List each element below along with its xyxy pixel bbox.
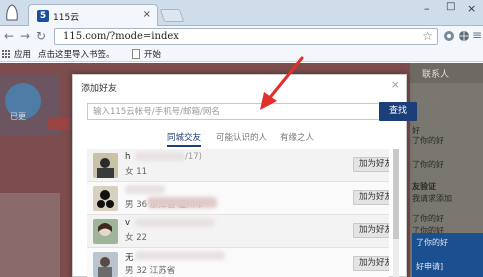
apps-icon (2, 50, 11, 59)
contact-note: 好申请] (416, 262, 444, 271)
list-item: v 女 22 加为好友 (87, 215, 389, 248)
redaction (135, 218, 215, 227)
user-name: h (125, 152, 131, 162)
contact-note: 友验证 (412, 182, 436, 191)
dialog-close-icon[interactable]: × (391, 78, 400, 91)
list-item: 男 36 浙江省 温州市 加为好友 (87, 182, 389, 215)
start-bookmark[interactable]: 开始 (144, 48, 161, 60)
add-friend-button[interactable]: 加为好友 (353, 190, 389, 205)
redaction (147, 197, 217, 208)
menu-icon[interactable]: ≡ (472, 28, 482, 42)
minimize-icon[interactable]: – (424, 2, 430, 15)
browser-toolbar: ← → ↻ 115.com/?mode=index ☆ ≡ (0, 26, 483, 46)
window-close-icon[interactable]: × (467, 2, 476, 15)
search-input[interactable] (88, 104, 379, 119)
user-list: h /17) 女 11 加为好友 男 36 浙江省 温州市 加为好友 v 女 2… (87, 149, 389, 277)
left-stub (0, 193, 60, 277)
contact-note: 了你的好 (412, 214, 444, 223)
extension-icon[interactable] (443, 30, 455, 42)
dialog-title: 添加好友 (81, 84, 118, 94)
contacts-footer: 了你的好 好申请] (412, 233, 483, 277)
contact-note: 我请求添加 (412, 194, 452, 203)
add-friend-dialog: 添加好友 × 查找 同城交友 可能认识的人 有缘之人 h /17) 女 11 加… (72, 74, 417, 277)
bookmark-star-icon[interactable]: ☆ (422, 29, 433, 43)
tab-destiny-people[interactable]: 有缘之人 (280, 131, 314, 143)
redaction (135, 251, 225, 260)
bg-text: 已更 (10, 112, 26, 121)
avatar (93, 219, 118, 244)
scrollbar-thumb[interactable] (393, 149, 399, 239)
contacts-header: 联系人 (410, 63, 483, 83)
tab-close-icon[interactable]: × (143, 9, 151, 20)
globe-icon[interactable] (458, 30, 470, 42)
avatar (93, 153, 118, 178)
avatar (93, 252, 118, 277)
tab-local-friends[interactable]: 同城交友 (167, 131, 202, 147)
maximize-icon[interactable]: □ (446, 1, 455, 12)
new-tab-button[interactable] (159, 9, 185, 22)
address-bar[interactable]: 115.com/?mode=index ☆ (54, 28, 438, 45)
add-friend-button[interactable]: 加为好友 (353, 223, 389, 238)
redaction (135, 152, 185, 161)
user-name: v (125, 218, 131, 228)
search-button[interactable]: 查找 (379, 102, 417, 121)
browser-tab-strip: 5 115云 × – □ × (0, 0, 483, 26)
url-text: 115.com/?mode=index (63, 31, 179, 42)
tab-title: 115云 (53, 13, 80, 23)
tab-people-you-may-know[interactable]: 可能认识的人 (216, 131, 267, 143)
add-friend-button[interactable]: 加为好友 (353, 256, 389, 271)
profile-avatar-icon[interactable] (5, 3, 19, 21)
back-icon[interactable]: ← (4, 29, 14, 43)
list-item: 无 男 32 江苏省 加为好友 (87, 248, 389, 277)
contact-note: 了你的好 (416, 238, 448, 247)
redaction (125, 185, 165, 194)
contacts-panel: 联系人 好 了你的好 了你的好 友验证 我请求添加 了你的好 了你的好 了你的好… (410, 63, 483, 277)
list-scrollbar[interactable] (393, 149, 399, 277)
user-name: 无 (125, 253, 134, 263)
avatar (93, 186, 118, 211)
user-name-suffix: /17) (185, 152, 202, 162)
user-info: 女 22 (125, 233, 148, 243)
search-field[interactable] (87, 103, 379, 120)
reload-icon[interactable]: ↻ (36, 29, 46, 43)
add-friend-button[interactable]: 加为好友 (353, 157, 389, 172)
forward-icon[interactable]: → (20, 29, 30, 43)
site-favicon-icon: 5 (37, 10, 49, 22)
contact-note: 了你的好 (412, 160, 444, 169)
apps-bookmark[interactable]: 应用 (14, 48, 31, 60)
background-button (48, 118, 70, 130)
bookmarks-bar: 应用 点击这里导入书签。 开始 (0, 46, 483, 62)
import-bookmarks-link[interactable]: 点击这里导入书签。 (38, 48, 115, 60)
list-item: h /17) 女 11 加为好友 (87, 149, 389, 182)
document-icon (132, 49, 140, 59)
contact-note: 了你的好 (412, 136, 444, 145)
friend-tabs: 同城交友 可能认识的人 有缘之人 (73, 129, 408, 147)
browser-tab[interactable]: 5 115云 × (28, 4, 158, 26)
user-info: 女 11 (125, 167, 148, 177)
user-info: 男 32 江苏省 (125, 266, 176, 276)
